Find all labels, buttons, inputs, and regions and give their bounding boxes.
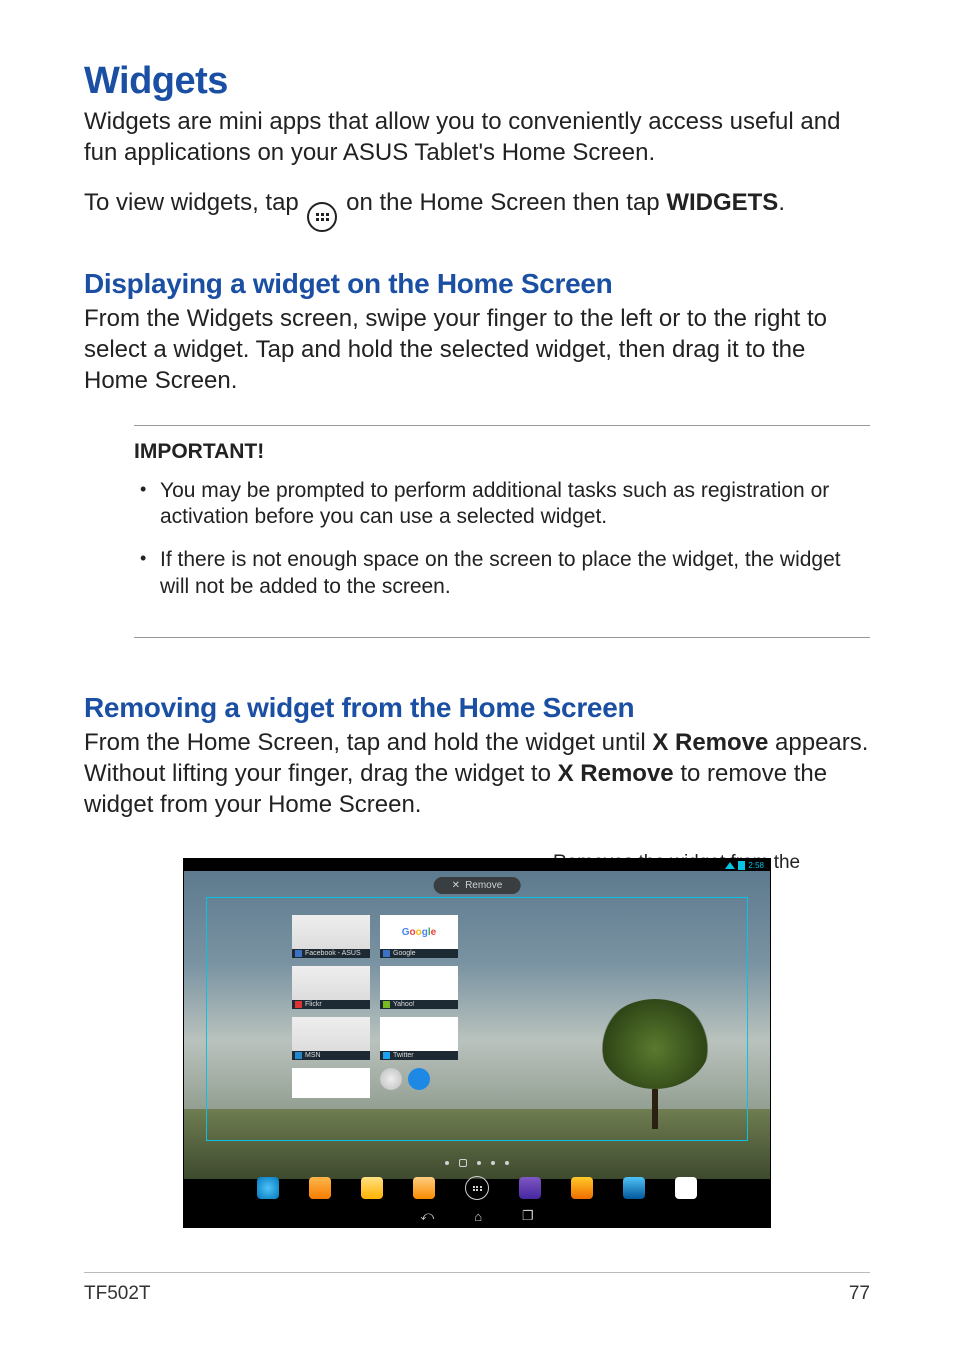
widget-preview[interactable]: Yahoo! xyxy=(380,966,458,1009)
widget-preview[interactable] xyxy=(292,1068,370,1098)
status-time: 2:58 xyxy=(748,861,764,870)
widget-preview-small[interactable] xyxy=(408,1068,430,1090)
subheading-display: Displaying a widget on the Home Screen xyxy=(84,268,870,300)
battery-icon xyxy=(738,861,745,870)
dock-app-icon[interactable] xyxy=(519,1177,541,1199)
widget-caption: Google xyxy=(393,950,416,957)
subheading-remove: Removing a widget from the Home Screen xyxy=(84,692,870,724)
view-widgets-line: To view widgets, tap on the Home Screen … xyxy=(84,188,870,232)
text-fragment: To view widgets, tap xyxy=(84,189,305,216)
apps-grid-icon xyxy=(307,202,337,232)
widget-caption: Flickr xyxy=(305,1001,322,1008)
footer-model: TF502T xyxy=(84,1283,151,1305)
home-icon[interactable]: ⌂ xyxy=(474,1209,482,1224)
dock-files-icon[interactable] xyxy=(413,1177,435,1199)
selection-outline xyxy=(206,897,748,1141)
system-nav-bar: ⤺ ⌂ ❐ xyxy=(184,1205,770,1227)
widget-preview[interactable]: Flickr xyxy=(292,966,370,1009)
widget-preview[interactable]: Twitter xyxy=(380,1017,458,1060)
page-indicator xyxy=(445,1159,509,1167)
footer-page-number: 77 xyxy=(849,1283,870,1305)
important-item: You may be prompted to perform additiona… xyxy=(134,478,870,532)
remove-body: From the Home Screen, tap and hold the w… xyxy=(84,728,870,820)
recents-icon[interactable]: ❐ xyxy=(522,1208,534,1224)
dock-app-icon[interactable] xyxy=(571,1177,593,1199)
wifi-icon xyxy=(725,862,735,869)
back-icon[interactable]: ⤺ xyxy=(420,1208,434,1224)
x-remove-keyword: X Remove xyxy=(652,729,768,756)
widget-preview-small[interactable] xyxy=(380,1068,402,1090)
remove-label: Remove xyxy=(465,880,502,891)
widget-preview[interactable]: Facebook - ASUS xyxy=(292,915,370,958)
widget-caption: MSN xyxy=(305,1052,321,1059)
screenshot-illustration: Removes the widget from the Home Screen … xyxy=(183,858,771,1228)
dock-gmail-icon[interactable] xyxy=(675,1177,697,1199)
dock-play-icon[interactable] xyxy=(623,1177,645,1199)
dock-browser-icon[interactable] xyxy=(257,1177,279,1199)
page-title: Widgets xyxy=(84,60,870,103)
google-logo: Google xyxy=(402,927,436,938)
home-page-indicator-icon xyxy=(459,1159,467,1167)
x-remove-keyword: X Remove xyxy=(558,760,674,787)
important-item: If there is not enough space on the scre… xyxy=(134,547,870,601)
dock xyxy=(184,1171,770,1205)
text-fragment: . xyxy=(778,189,785,216)
tablet-screenshot: 2:58 ✕ Remove Facebook - ASUS GoogleGoog… xyxy=(183,858,771,1228)
text-fragment: on the Home Screen then tap xyxy=(346,189,666,216)
apps-drawer-icon[interactable] xyxy=(465,1176,489,1200)
widget-caption: Facebook - ASUS xyxy=(305,950,361,957)
page-footer: TF502T 77 xyxy=(84,1272,870,1305)
intro-text: Widgets are mini apps that allow you to … xyxy=(84,107,870,168)
widget-preview[interactable]: MSN xyxy=(292,1017,370,1060)
widget-preview[interactable]: Google Google xyxy=(380,915,458,958)
important-box: IMPORTANT! You may be prompted to perfor… xyxy=(134,425,870,639)
widget-caption: Yahoo! xyxy=(393,1001,415,1008)
dock-mail-icon[interactable] xyxy=(361,1177,383,1199)
widget-grid: Facebook - ASUS Google Google Flickr Yaho… xyxy=(292,915,458,1098)
widget-caption: Twitter xyxy=(393,1052,414,1059)
status-bar: 2:58 xyxy=(725,859,770,871)
text-fragment: From the Home Screen, tap and hold the w… xyxy=(84,729,652,756)
display-body: From the Widgets screen, swipe your fing… xyxy=(84,304,870,396)
important-label: IMPORTANT! xyxy=(134,440,870,464)
widgets-keyword: WIDGETS xyxy=(666,189,778,216)
dock-app-icon[interactable] xyxy=(309,1177,331,1199)
remove-drop-target[interactable]: ✕ Remove xyxy=(434,877,521,894)
close-icon: ✕ xyxy=(452,880,460,891)
